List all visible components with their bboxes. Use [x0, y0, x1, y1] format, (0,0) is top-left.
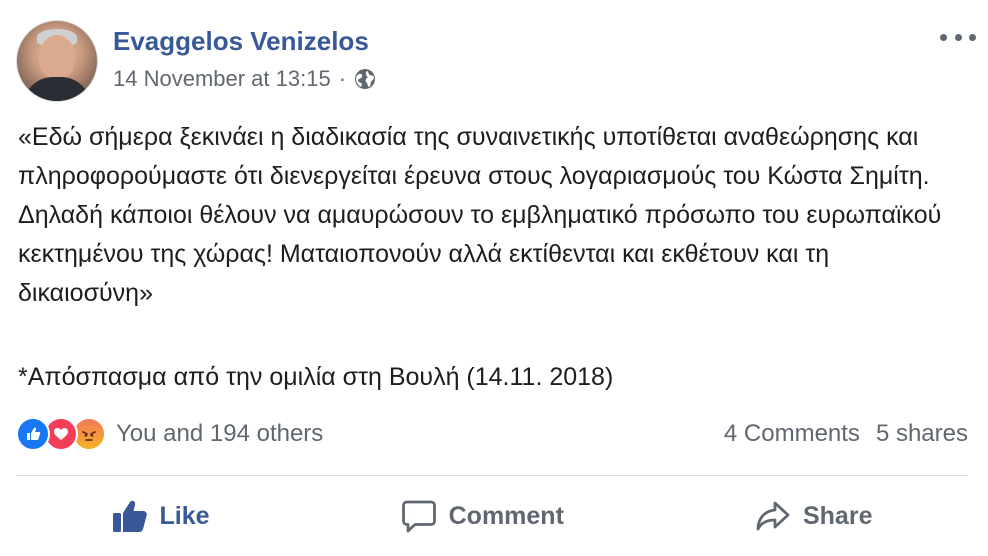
comment-button-label: Comment — [448, 501, 564, 530]
like-button[interactable]: Like — [100, 493, 222, 539]
globe-icon[interactable] — [354, 68, 376, 90]
thumbs-up-icon — [112, 500, 147, 532]
avatar-suit — [23, 77, 91, 101]
post-body: «Εδώ σήμερα ξεκινάει η διαδικασία της συ… — [18, 118, 968, 313]
comment-icon — [401, 500, 436, 533]
share-button-label: Share — [802, 501, 873, 530]
more-dot — [969, 33, 976, 41]
facebook-post: Evaggelos Venizelos 14 November at 13:15… — [0, 0, 988, 556]
more-dot — [940, 33, 947, 41]
post-timestamp[interactable]: 14 November at 13:15 — [113, 66, 331, 92]
post-meta: 14 November at 13:15 · — [113, 66, 376, 92]
post-paragraph: Δηλαδή κάποιοι θέλουν να αμαυρώσουν το ε… — [18, 201, 942, 307]
action-bar: Like Comment Share — [16, 480, 968, 552]
comment-button[interactable]: Comment — [389, 493, 576, 539]
avatar-face — [39, 35, 75, 79]
more-options-icon[interactable] — [940, 28, 976, 46]
like-reaction-icon — [16, 417, 50, 451]
author-name[interactable]: Evaggelos Venizelos — [113, 26, 369, 57]
divider — [16, 475, 968, 476]
post-excerpt-note: *Απόσπασμα από την ομιλία στη Βουλή (14.… — [18, 363, 614, 391]
more-dot — [954, 33, 962, 41]
shares-count[interactable]: 5 shares — [876, 420, 968, 448]
reactions-summary[interactable]: You and 194 others — [16, 416, 323, 452]
post-paragraph: «Εδώ σήμερα ξεκινάει η διαδικασία της συ… — [18, 123, 930, 190]
comments-count[interactable]: 4 Comments — [724, 420, 860, 448]
share-icon — [756, 501, 790, 531]
meta-separator: · — [338, 66, 347, 91]
share-button[interactable]: Share — [743, 493, 884, 539]
engagement-counts: 4 Comments 5 shares — [724, 420, 968, 448]
like-button-label: Like — [159, 501, 210, 530]
author-avatar[interactable] — [16, 20, 98, 102]
reaction-summary-text[interactable]: You and 194 others — [116, 420, 323, 448]
